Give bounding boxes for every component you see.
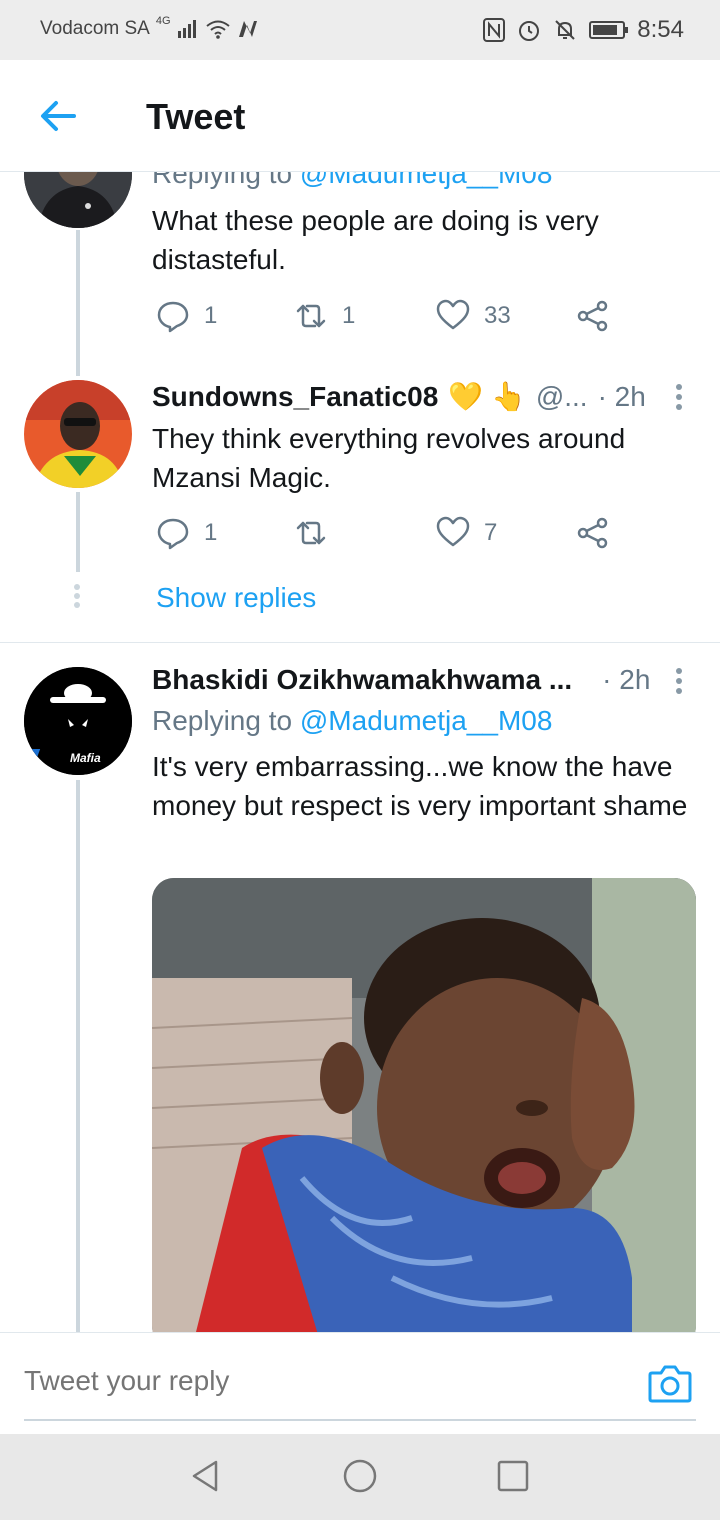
signal-icon [177, 20, 196, 38]
replying-to: Replying to @Madumetja__M08 [152, 172, 552, 190]
reply-button[interactable]: 1 [156, 516, 217, 550]
reply-count: 1 [204, 519, 218, 546]
like-count: 7 [484, 519, 498, 546]
avatar[interactable] [24, 380, 132, 488]
mention-link[interactable]: @Madumetja__M08 [300, 172, 553, 189]
mute-icon [555, 20, 575, 40]
system-nav-bar [0, 1434, 720, 1520]
avatar[interactable]: Mafia [24, 667, 132, 775]
mention-link[interactable]: @Madumetja__M08 [300, 705, 553, 736]
reply-count: 1 [204, 302, 218, 329]
divider [0, 642, 720, 643]
thread-line [76, 492, 80, 572]
wifi-icon [205, 20, 230, 39]
n-app-icon [238, 21, 257, 37]
retweet-icon [296, 521, 326, 545]
tweet-header: Bhaskidi Ozikhwamakhwama ... · 2h [152, 664, 650, 696]
tweet-text: They think everything revolves around Mz… [152, 423, 626, 493]
app-header: Tweet [0, 60, 720, 172]
more-options-icon[interactable] [676, 668, 684, 698]
tweet-media-image[interactable] [152, 878, 696, 1332]
like-button[interactable]: 7 [436, 516, 497, 550]
retweet-button[interactable]: 1 [294, 299, 355, 333]
show-replies-link[interactable]: Show replies [156, 582, 316, 614]
retweet-icon [296, 304, 326, 328]
reply-underline [24, 1419, 696, 1421]
tweet-header: Sundowns_Fanatic08 💛 👆 @... · 2h [152, 380, 646, 413]
retweet-count: 1 [342, 302, 356, 329]
timestamp: · 2h [597, 380, 646, 412]
share-icon [577, 517, 608, 549]
retweet-button[interactable] [294, 516, 342, 550]
emoji-badges: 💛 👆 [448, 381, 526, 412]
display-name[interactable]: Bhaskidi Ozikhwamakhwama ... [152, 664, 572, 696]
reply-button[interactable]: 1 [156, 299, 217, 333]
handle[interactable]: @... [536, 381, 588, 413]
tweet-actions: 1 7 [152, 516, 632, 556]
reply-bar [0, 1332, 720, 1434]
reply-input[interactable] [24, 1365, 584, 1397]
tweet-thread[interactable]: Replying to @Madumetja__M08 What these p… [0, 172, 720, 1332]
thread-line [76, 780, 80, 1332]
battery-icon [589, 21, 629, 39]
share-button[interactable] [576, 299, 610, 333]
carrier-label: Vodacom SA [40, 18, 150, 39]
share-icon [577, 300, 608, 332]
like-count: 33 [484, 302, 511, 329]
more-options-icon[interactable] [676, 384, 684, 414]
reply-icon [157, 518, 189, 550]
tweet-text: It's very embarrassing...we know the hav… [152, 751, 688, 821]
nfc-icon [483, 18, 506, 42]
thread-continuation-dots [74, 584, 80, 611]
heart-icon [436, 299, 470, 330]
heart-icon [436, 516, 470, 547]
status-left: Vodacom SA 4G [40, 15, 259, 40]
nav-recents-icon[interactable] [495, 1458, 531, 1494]
nav-back-icon[interactable] [188, 1458, 224, 1494]
tweet-text: What these people are doing is very dist… [152, 205, 599, 275]
nav-home-icon[interactable] [342, 1458, 378, 1494]
alarm-icon [519, 21, 540, 41]
avatar-label: Mafia [70, 751, 101, 765]
tweet-actions: 1 1 33 [152, 299, 632, 339]
like-button[interactable]: 33 [436, 299, 511, 333]
network-type: 4G [155, 15, 171, 27]
status-right: 8:54 [483, 16, 684, 44]
back-arrow-icon[interactable] [34, 92, 82, 140]
share-button[interactable] [576, 516, 610, 550]
display-name[interactable]: Sundowns_Fanatic08 [152, 381, 438, 413]
avatar[interactable] [24, 172, 132, 228]
status-time: 8:54 [637, 16, 684, 43]
status-bar: Vodacom SA 4G 8:54 [0, 0, 720, 60]
thread-line [76, 230, 80, 376]
replying-to: Replying to @Madumetja__M08 [152, 705, 553, 736]
reply-icon [157, 301, 189, 333]
camera-icon[interactable] [648, 1363, 692, 1403]
page-title: Tweet [146, 96, 246, 137]
timestamp: · 2h [602, 664, 651, 695]
